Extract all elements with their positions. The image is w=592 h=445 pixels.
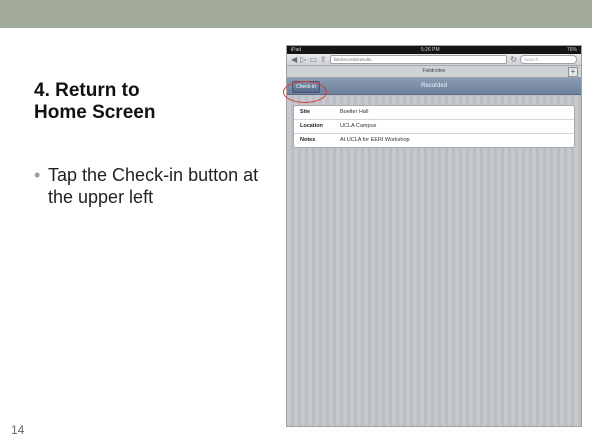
tab-bar: Fieldnotes + bbox=[287, 66, 581, 78]
row-value: UCLA Campus bbox=[340, 123, 377, 129]
row-value: Boelter Hall bbox=[340, 109, 369, 115]
tab-title[interactable]: Fieldnotes bbox=[287, 66, 581, 77]
reload-icon[interactable]: ↻ bbox=[510, 55, 517, 64]
clock-label: 5:26 PM bbox=[421, 47, 440, 53]
highlight-circle bbox=[283, 81, 327, 103]
new-tab-button[interactable]: + bbox=[568, 67, 578, 77]
row-label: Notes bbox=[300, 137, 316, 143]
browser-toolbar: ◀ ▷ ▭ ⇪ fieldrecords/results ↻ Search bbox=[287, 54, 581, 66]
status-bar: iPad 5:26 PM 76% bbox=[287, 46, 581, 54]
table-row: Location UCLA Campus bbox=[294, 120, 574, 134]
bullet-text: Tap the Check-in button at the upper lef… bbox=[48, 165, 259, 207]
table-row: Site Boelter Hall bbox=[294, 106, 574, 120]
battery-label: 76% bbox=[566, 47, 577, 53]
slide-title-line-2: Home Screen bbox=[34, 102, 156, 123]
url-field[interactable]: fieldrecords/results bbox=[329, 55, 508, 64]
navbar-title: Recorded bbox=[420, 83, 447, 89]
slide-title: 4. Return to Home Screen bbox=[34, 80, 254, 124]
search-field[interactable]: Search bbox=[520, 55, 577, 64]
bullet-dot: • bbox=[34, 165, 41, 185]
record-table: Site Boelter Hall Location UCLA Campus N… bbox=[293, 105, 575, 148]
bullet-item: • Tap the Check-in button at the upper l… bbox=[34, 164, 264, 208]
row-label: Location bbox=[300, 123, 323, 129]
record-content: Site Boelter Hall Location UCLA Campus N… bbox=[287, 95, 581, 426]
back-icon[interactable]: ◀ bbox=[291, 55, 297, 64]
table-row: Notes At UCLA for EERI Workshop bbox=[294, 134, 574, 147]
share-icon[interactable]: ⇪ bbox=[320, 55, 327, 64]
ipad-screenshot: iPad 5:26 PM 76% ◀ ▷ ▭ ⇪ fieldrecords/re… bbox=[287, 46, 581, 426]
slide-header-band bbox=[0, 0, 592, 28]
app-navbar: Check-in Recorded bbox=[287, 78, 581, 95]
carrier-label: iPad bbox=[291, 47, 302, 53]
row-label: Site bbox=[300, 109, 311, 115]
bookmarks-icon[interactable]: ▭ bbox=[309, 55, 317, 64]
row-value: At UCLA for EERI Workshop bbox=[340, 137, 410, 143]
forward-icon[interactable]: ▷ bbox=[300, 55, 306, 64]
slide-number: 14 bbox=[11, 423, 25, 437]
slide-title-line-1: 4. Return to bbox=[34, 80, 140, 101]
